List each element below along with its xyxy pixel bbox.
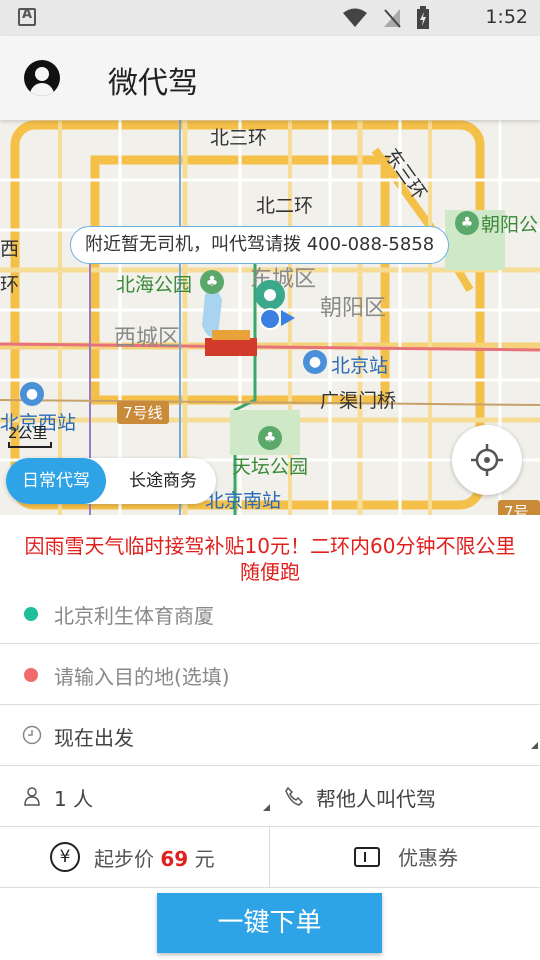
- map-label-beihai-park: 北海公园: [116, 274, 193, 296]
- user-avatar-icon[interactable]: [24, 60, 60, 96]
- park-icon: ♣: [258, 426, 282, 450]
- direction-arrow-icon: [281, 310, 295, 326]
- subway-line-badge: 7号线: [117, 401, 169, 424]
- map-label-temple-of-heaven: 天坛公园: [232, 456, 309, 478]
- app-notification-icon: [18, 7, 36, 26]
- map-label-south-station: 北京南站: [205, 490, 282, 512]
- departure-time: 现在出发: [54, 726, 134, 750]
- service-tabs: 日常代驾 长途商务: [6, 458, 216, 504]
- map-label-north-3rd-ring: 北三环: [210, 127, 268, 149]
- clock-icon: [22, 725, 42, 745]
- driver-notice-banner: 附近暂无司机，叫代驾请拨 400-088-5858: [70, 226, 450, 264]
- map-label-west-edge-2: 环: [0, 274, 20, 296]
- map-scale-bar: [8, 442, 52, 448]
- status-icons: [342, 6, 430, 30]
- price-value: 69: [160, 846, 189, 871]
- yen-icon: ¥: [50, 842, 80, 872]
- phone-icon: [285, 786, 304, 806]
- origin-row[interactable]: 北京利生体育商厦: [0, 583, 540, 644]
- price-label: 起步价: [94, 846, 154, 871]
- destination-row[interactable]: 请输入目的地(选填): [0, 644, 540, 705]
- destination-dot-icon: [24, 668, 38, 682]
- call-for-others-label: 帮他人叫代驾: [316, 787, 436, 811]
- map-label-north-2nd-ring: 北二环: [256, 195, 314, 217]
- status-time: 1:52: [485, 6, 528, 28]
- price-row: ¥ 起步价 69 元 优惠券: [0, 827, 540, 888]
- price-info[interactable]: ¥ 起步价 69 元: [0, 827, 270, 888]
- wifi-icon: [343, 8, 367, 27]
- no-signal-icon: [384, 9, 401, 28]
- status-bar: 1:52: [0, 0, 540, 36]
- subway-line-badge-2: 7号线: [498, 500, 540, 515]
- battery-icon: [417, 6, 429, 29]
- train-station-icon: ●: [20, 382, 44, 406]
- origin-address: 北京利生体育商厦: [54, 604, 214, 628]
- departure-time-row[interactable]: 现在出发: [0, 705, 540, 766]
- park-icon: ♣: [455, 211, 479, 235]
- destination-input[interactable]: 请输入目的地(选填): [54, 661, 230, 690]
- promo-message: 因雨雪天气临时接驾补贴10元！二环内60分钟不限公里随便跑: [24, 534, 516, 584]
- dropdown-corner-icon: [263, 804, 270, 811]
- app-bar: 微代驾: [0, 36, 540, 120]
- passenger-row: 1 人 帮他人叫代驾: [0, 766, 540, 827]
- location-pin-icon: [255, 280, 285, 310]
- map-label-xicheng: 西城区: [114, 326, 181, 351]
- train-station-icon: ●: [303, 350, 327, 374]
- coupon-button[interactable]: 优惠券: [270, 827, 540, 888]
- map-scale-label: 2公里: [8, 424, 48, 442]
- passenger-count-selector[interactable]: 1 人: [0, 766, 270, 827]
- tab-long-distance[interactable]: 长途商务: [110, 458, 216, 504]
- map-label-beijing-station: 北京站: [331, 355, 389, 377]
- crosshair-icon: [471, 444, 503, 476]
- map-label-west-edge: 西: [0, 238, 20, 260]
- tab-daily-driving[interactable]: 日常代驾: [6, 458, 106, 504]
- person-icon: [24, 787, 40, 806]
- map-label-chaoyang: 朝阳区: [320, 296, 387, 321]
- dropdown-corner-icon: [531, 742, 538, 749]
- ticket-icon: [354, 846, 380, 867]
- call-for-others-button[interactable]: 帮他人叫代驾: [270, 766, 540, 827]
- order-button[interactable]: 一键下单: [157, 893, 382, 953]
- map-label-chaoyang-park: 朝阳公: [481, 214, 539, 236]
- map-label-guangqumen: 广渠门桥: [320, 390, 397, 412]
- passenger-count: 1 人: [54, 787, 94, 811]
- locate-me-button[interactable]: [452, 425, 522, 495]
- current-location-icon: [259, 308, 281, 330]
- map-view[interactable]: 北三环 北二环 东三环 ♣ 朝阳公 西 环 北海公园 ♣ 东城区 西城区 朝阳区…: [0, 120, 540, 515]
- app-title: 微代驾: [108, 66, 198, 101]
- origin-dot-icon: [24, 607, 38, 621]
- coupon-label: 优惠券: [398, 846, 458, 870]
- park-icon: ♣: [200, 270, 224, 294]
- price-unit: 元: [194, 846, 215, 871]
